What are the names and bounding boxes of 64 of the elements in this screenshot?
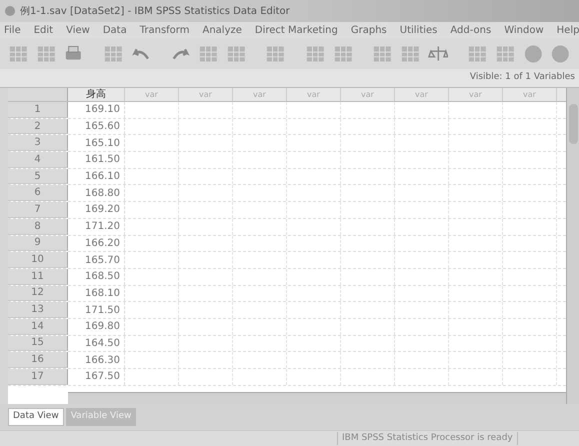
menu-item[interactable]: Direct Marketing — [254, 23, 338, 38]
circle-icon[interactable] — [550, 43, 572, 65]
row-number[interactable]: 13 — [8, 302, 68, 318]
visible-variables-label: Visible: 1 of 1 Variables — [470, 71, 575, 84]
menu-item[interactable]: View — [66, 23, 90, 38]
table-cell: 167.50 — [68, 369, 125, 385]
table-cell: 165.70 — [68, 252, 125, 268]
menu-item[interactable]: Help — [556, 23, 579, 38]
circle-icon[interactable] — [522, 43, 544, 65]
view-tab[interactable]: Data View — [8, 408, 64, 426]
table-cell: 164.50 — [68, 336, 125, 352]
table-cell: 166.20 — [68, 236, 125, 252]
horizontal-scrollbar[interactable] — [68, 392, 566, 404]
column-header[interactable]: var — [233, 88, 287, 101]
app-icon — [4, 5, 16, 17]
row-number[interactable]: 14 — [8, 318, 68, 335]
row-number[interactable]: 6 — [8, 185, 68, 202]
column-header[interactable]: var — [125, 88, 179, 101]
row-number[interactable]: 15 — [8, 336, 68, 352]
table-cell: 166.30 — [68, 352, 125, 368]
table-cell: 168.50 — [68, 268, 125, 285]
table-cell: 166.10 — [68, 168, 125, 184]
table-cell: 169.20 — [68, 202, 125, 218]
table-cell: 165.60 — [68, 118, 125, 134]
window-title: 例1-1.sav [DataSet2] - IBM SPSS Statistics Data Editor — [20, 4, 290, 18]
menu-item[interactable]: Data — [102, 23, 127, 38]
column-header[interactable]: var — [287, 88, 341, 101]
row-number[interactable]: 12 — [8, 286, 68, 302]
row-number[interactable]: 2 — [8, 118, 68, 134]
row-number[interactable]: 11 — [8, 268, 68, 285]
row-number[interactable]: 16 — [8, 352, 68, 368]
table-cell: 171.50 — [68, 302, 125, 318]
table-cell: 169.80 — [68, 318, 125, 335]
menu-item[interactable]: Analyze — [202, 23, 242, 38]
menu-item[interactable]: Add-ons — [450, 23, 492, 38]
table-cell: 169.10 — [68, 102, 125, 118]
row-number[interactable]: 5 — [8, 168, 68, 184]
column-header[interactable]: var — [179, 88, 233, 101]
column-header[interactable]: var — [395, 88, 449, 101]
column-header[interactable]: 身高 — [68, 88, 125, 101]
row-number[interactable]: 7 — [8, 202, 68, 218]
row-number[interactable]: 4 — [8, 152, 68, 168]
menu-item[interactable]: Graphs — [350, 23, 387, 38]
table-cell: 168.10 — [68, 286, 125, 302]
row-number[interactable]: 17 — [8, 369, 68, 385]
menu-item[interactable]: Edit — [34, 23, 54, 38]
menu-item[interactable]: Transform — [140, 23, 190, 38]
menu-item[interactable]: Window — [504, 23, 544, 38]
column-header[interactable]: var — [341, 88, 395, 101]
column-header[interactable]: var — [449, 88, 503, 101]
row-number[interactable]: 3 — [8, 135, 68, 152]
status-message: IBM SPSS Statistics Processor is ready — [337, 432, 518, 446]
menu-item[interactable]: Utilities — [400, 23, 438, 38]
row-number[interactable]: 10 — [8, 252, 68, 268]
column-header[interactable]: var — [503, 88, 557, 101]
row-number[interactable]: 9 — [8, 236, 68, 252]
table-cell: 171.20 — [68, 218, 125, 234]
row-number[interactable]: 1 — [8, 102, 68, 118]
row-number[interactable]: 8 — [8, 218, 68, 234]
vertical-scrollbar[interactable] — [566, 88, 579, 404]
menu-item[interactable]: File — [4, 23, 21, 38]
table-cell: 165.10 — [68, 135, 125, 152]
table-cell: 161.50 — [68, 152, 125, 168]
table-cell: 168.80 — [68, 185, 125, 202]
